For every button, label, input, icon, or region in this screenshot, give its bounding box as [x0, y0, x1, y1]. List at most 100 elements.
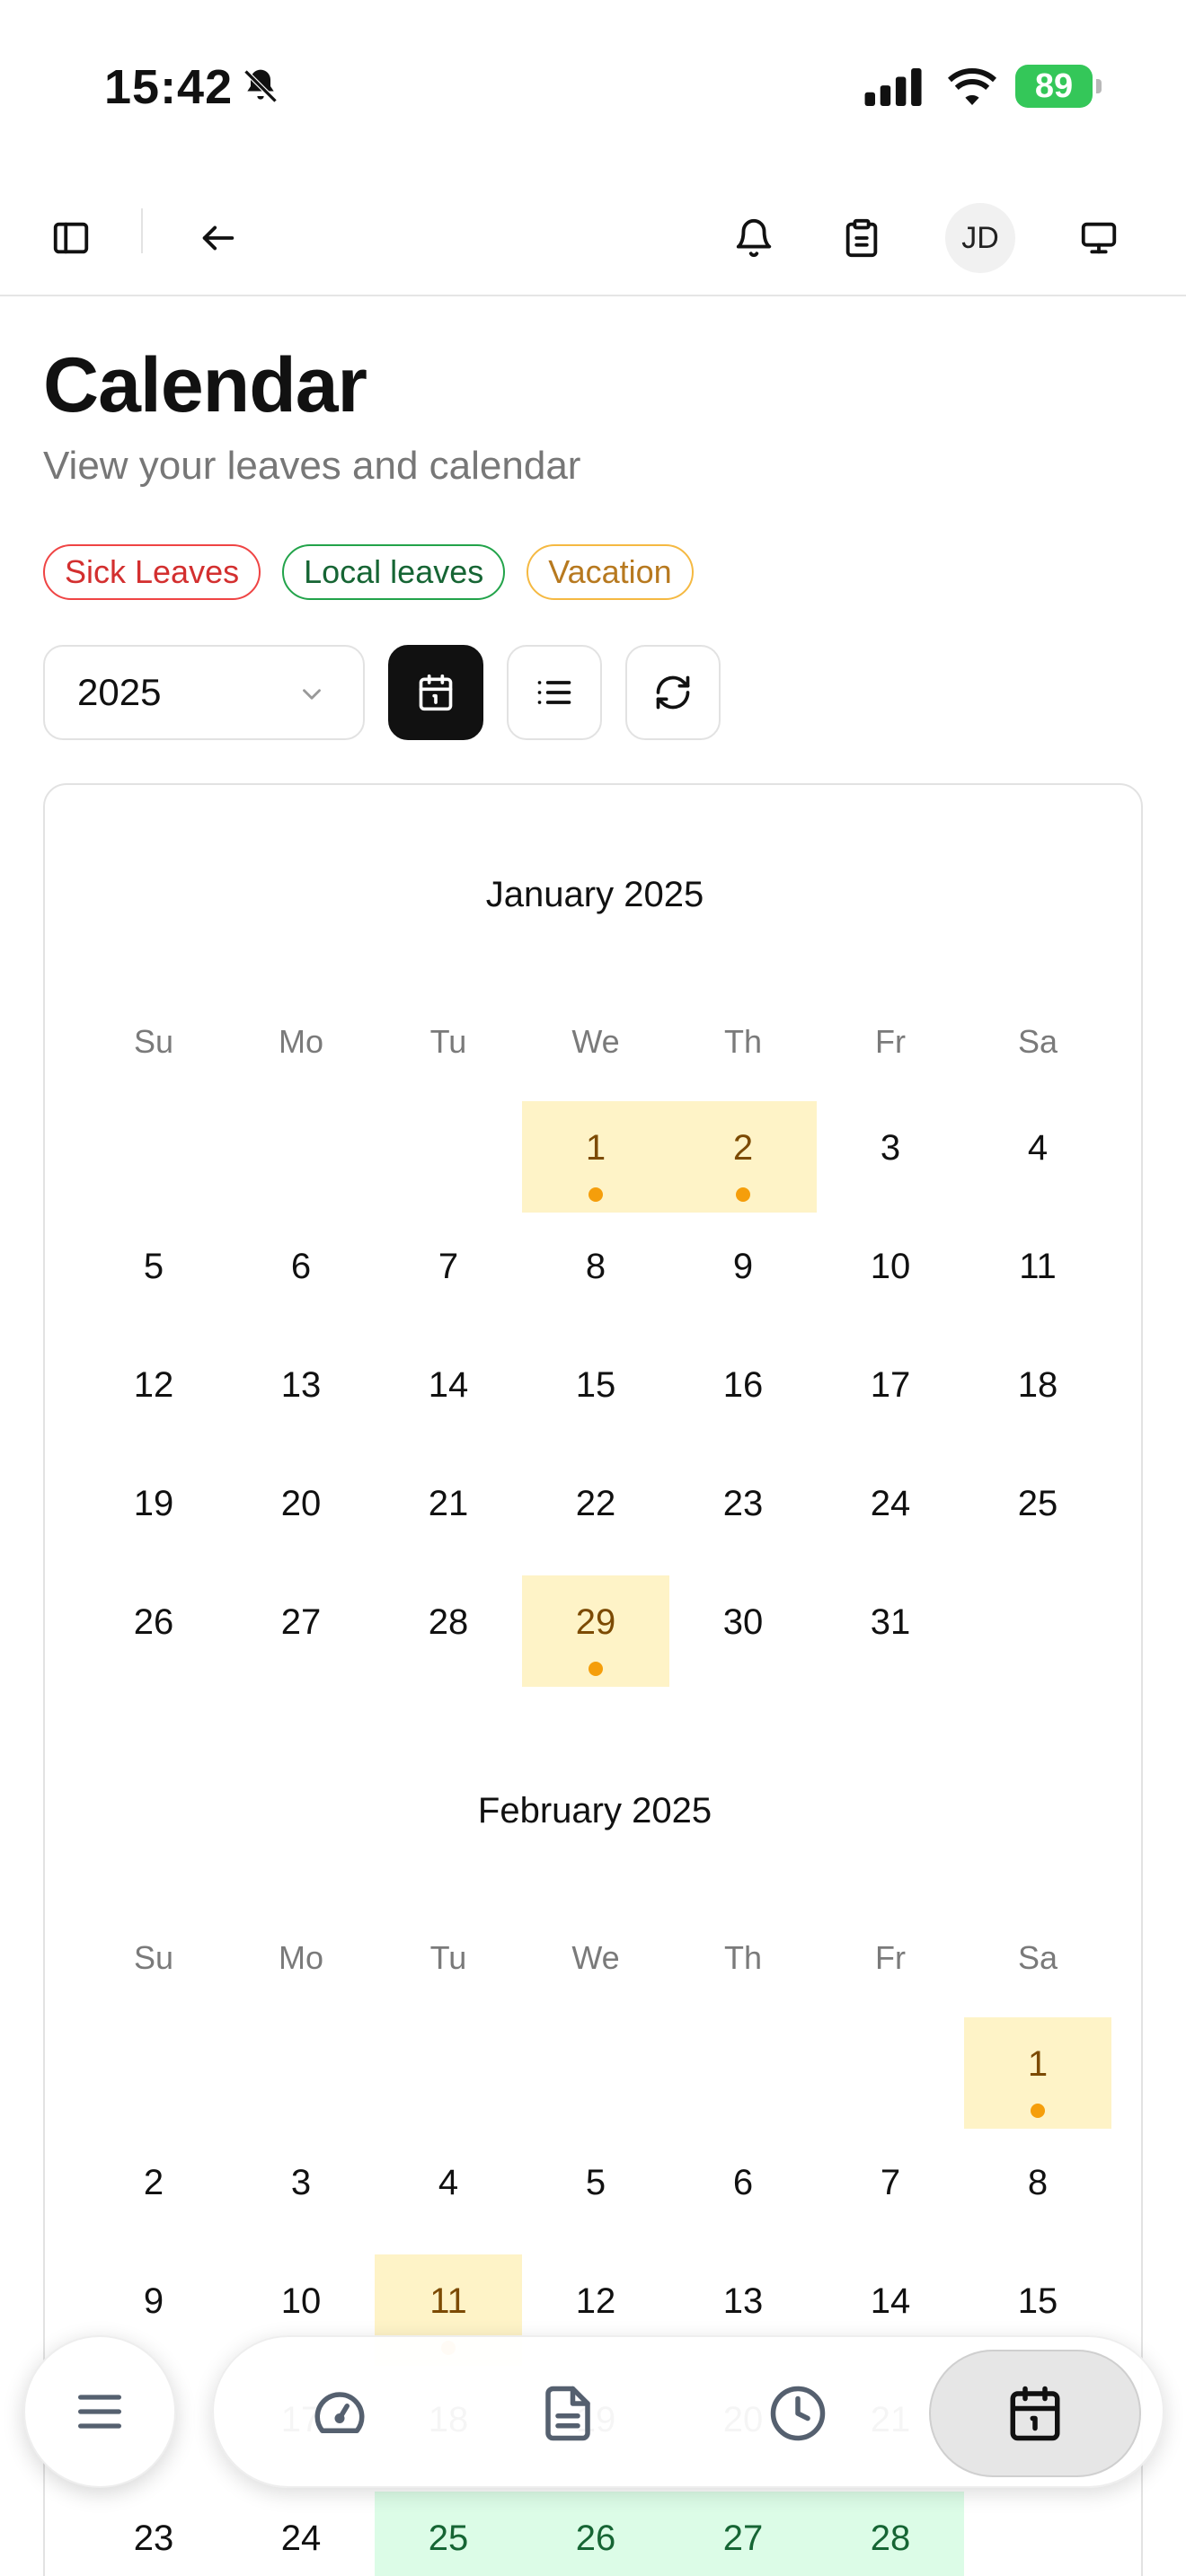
day-cell[interactable]: 23 [669, 1457, 817, 1568]
day-cell[interactable]: 4 [375, 2136, 522, 2247]
day-cell[interactable]: 22 [522, 1457, 669, 1568]
empty-day-cell [817, 2017, 964, 2129]
day-cell[interactable]: 5 [80, 1220, 227, 1331]
monitor-icon [1081, 222, 1117, 254]
notifications-button[interactable] [719, 203, 789, 273]
day-cell[interactable]: 24 [817, 1457, 964, 1568]
calendar-view-button[interactable] [388, 645, 483, 740]
month-grid: SuMoTuWeThFrSa12345678910111213141516171… [80, 1015, 1111, 1694]
day-cell[interactable]: 25 [964, 1457, 1111, 1568]
desktop-view-button[interactable] [1064, 203, 1134, 273]
day-number: 23 [133, 2519, 174, 2558]
day-cell[interactable]: 6 [669, 2136, 817, 2247]
day-cell[interactable]: 30 [669, 1575, 817, 1687]
day-number: 1 [585, 1128, 606, 1168]
day-cell[interactable]: 26 [522, 2492, 669, 2576]
day-cell[interactable]: 28 [817, 2492, 964, 2576]
day-cell[interactable]: 14 [375, 1338, 522, 1450]
sidebar-toggle-button[interactable] [36, 203, 106, 273]
nav-calendar[interactable] [929, 2350, 1141, 2477]
grid-spacer [80, 1985, 227, 2017]
wifi-icon [948, 68, 996, 105]
user-avatar[interactable]: JD [945, 203, 1015, 273]
day-cell[interactable]: 25 [375, 2492, 522, 2576]
day-cell[interactable]: 9 [669, 1220, 817, 1331]
day-cell[interactable]: 19 [80, 1457, 227, 1568]
day-cell[interactable]: 12 [80, 1338, 227, 1450]
tasks-button[interactable] [827, 203, 897, 273]
day-cell[interactable]: 21 [375, 1457, 522, 1568]
bell-muted-icon [243, 69, 278, 103]
day-number: 31 [870, 1602, 911, 1642]
day-number: 16 [722, 1365, 764, 1405]
day-cell[interactable]: 1 [522, 1101, 669, 1213]
day-cell[interactable]: 3 [817, 1101, 964, 1213]
day-cell[interactable]: 4 [964, 1101, 1111, 1213]
list-view-button[interactable] [507, 645, 602, 740]
toolbar-divider [141, 208, 143, 253]
empty-day-cell [964, 1575, 1111, 1687]
day-cell[interactable]: 27 [227, 1575, 375, 1687]
day-cell[interactable]: 10 [817, 1220, 964, 1331]
day-number: 23 [722, 1484, 764, 1523]
day-cell[interactable]: 2 [669, 1101, 817, 1213]
day-number: 2 [732, 1128, 754, 1168]
day-cell[interactable]: 31 [817, 1575, 964, 1687]
day-cell[interactable]: 8 [522, 1220, 669, 1331]
nav-dashboard[interactable] [286, 2350, 394, 2477]
nav-time[interactable] [744, 2350, 852, 2477]
battery-indicator: 89 [1015, 65, 1102, 108]
day-cell[interactable]: 11 [964, 1220, 1111, 1331]
day-cell[interactable]: 20 [227, 1457, 375, 1568]
day-cell[interactable]: 3 [227, 2136, 375, 2247]
day-cell[interactable]: 7 [375, 1220, 522, 1331]
day-cell[interactable]: 16 [669, 1338, 817, 1450]
day-cell[interactable]: 28 [375, 1575, 522, 1687]
back-button[interactable] [183, 203, 253, 273]
day-number: 9 [143, 2281, 164, 2321]
year-select[interactable]: 2025 [43, 645, 365, 740]
weekday-header: Fr [875, 1023, 906, 1060]
grid-spacer [964, 1069, 1111, 1101]
day-cell[interactable]: 2 [80, 2136, 227, 2247]
day-cell[interactable]: 23 [80, 2492, 227, 2576]
refresh-button[interactable] [625, 645, 721, 740]
day-number: 11 [429, 2281, 467, 2321]
grid-spacer [669, 1985, 817, 2017]
day-cell[interactable]: 1 [964, 2017, 1111, 2129]
day-cell[interactable]: 27 [669, 2492, 817, 2576]
cellular-signal-icon [864, 68, 922, 106]
nav-documents[interactable] [514, 2350, 622, 2477]
day-number: 14 [428, 1365, 469, 1405]
day-cell[interactable]: 7 [817, 2136, 964, 2247]
page-title: Calendar [43, 342, 367, 428]
weekday-header: Su [133, 1023, 174, 1060]
day-cell[interactable]: 5 [522, 2136, 669, 2247]
day-cell[interactable]: 8 [964, 2136, 1111, 2247]
sidebar-toggle-icon [53, 222, 89, 254]
day-cell[interactable]: 6 [227, 1220, 375, 1331]
empty-day-cell [80, 2017, 227, 2129]
grid-spacer [80, 1069, 227, 1101]
calendar-icon [419, 674, 453, 711]
day-cell[interactable]: 26 [80, 1575, 227, 1687]
day-cell[interactable]: 24 [227, 2492, 375, 2576]
day-cell[interactable]: 18 [964, 1338, 1111, 1450]
day-cell[interactable]: 13 [227, 1338, 375, 1450]
day-number: 6 [290, 1247, 312, 1286]
grid-spacer [375, 1985, 522, 2017]
legend-local-leaves: Local leaves [282, 544, 506, 600]
grid-spacer [964, 1985, 1111, 2017]
menu-button[interactable] [23, 2335, 176, 2488]
vacation-marker-dot [736, 1187, 750, 1202]
weekday-header: Th [723, 1023, 762, 1060]
day-cell[interactable]: 29 [522, 1575, 669, 1687]
day-number: 15 [575, 1365, 616, 1405]
list-icon [537, 681, 571, 704]
empty-day-cell [964, 2492, 1111, 2576]
day-cell[interactable]: 17 [817, 1338, 964, 1450]
day-number: 15 [1017, 2281, 1058, 2321]
vacation-marker-dot [589, 1187, 603, 1202]
legend-sick-leaves: Sick Leaves [43, 544, 261, 600]
day-cell[interactable]: 15 [522, 1338, 669, 1450]
